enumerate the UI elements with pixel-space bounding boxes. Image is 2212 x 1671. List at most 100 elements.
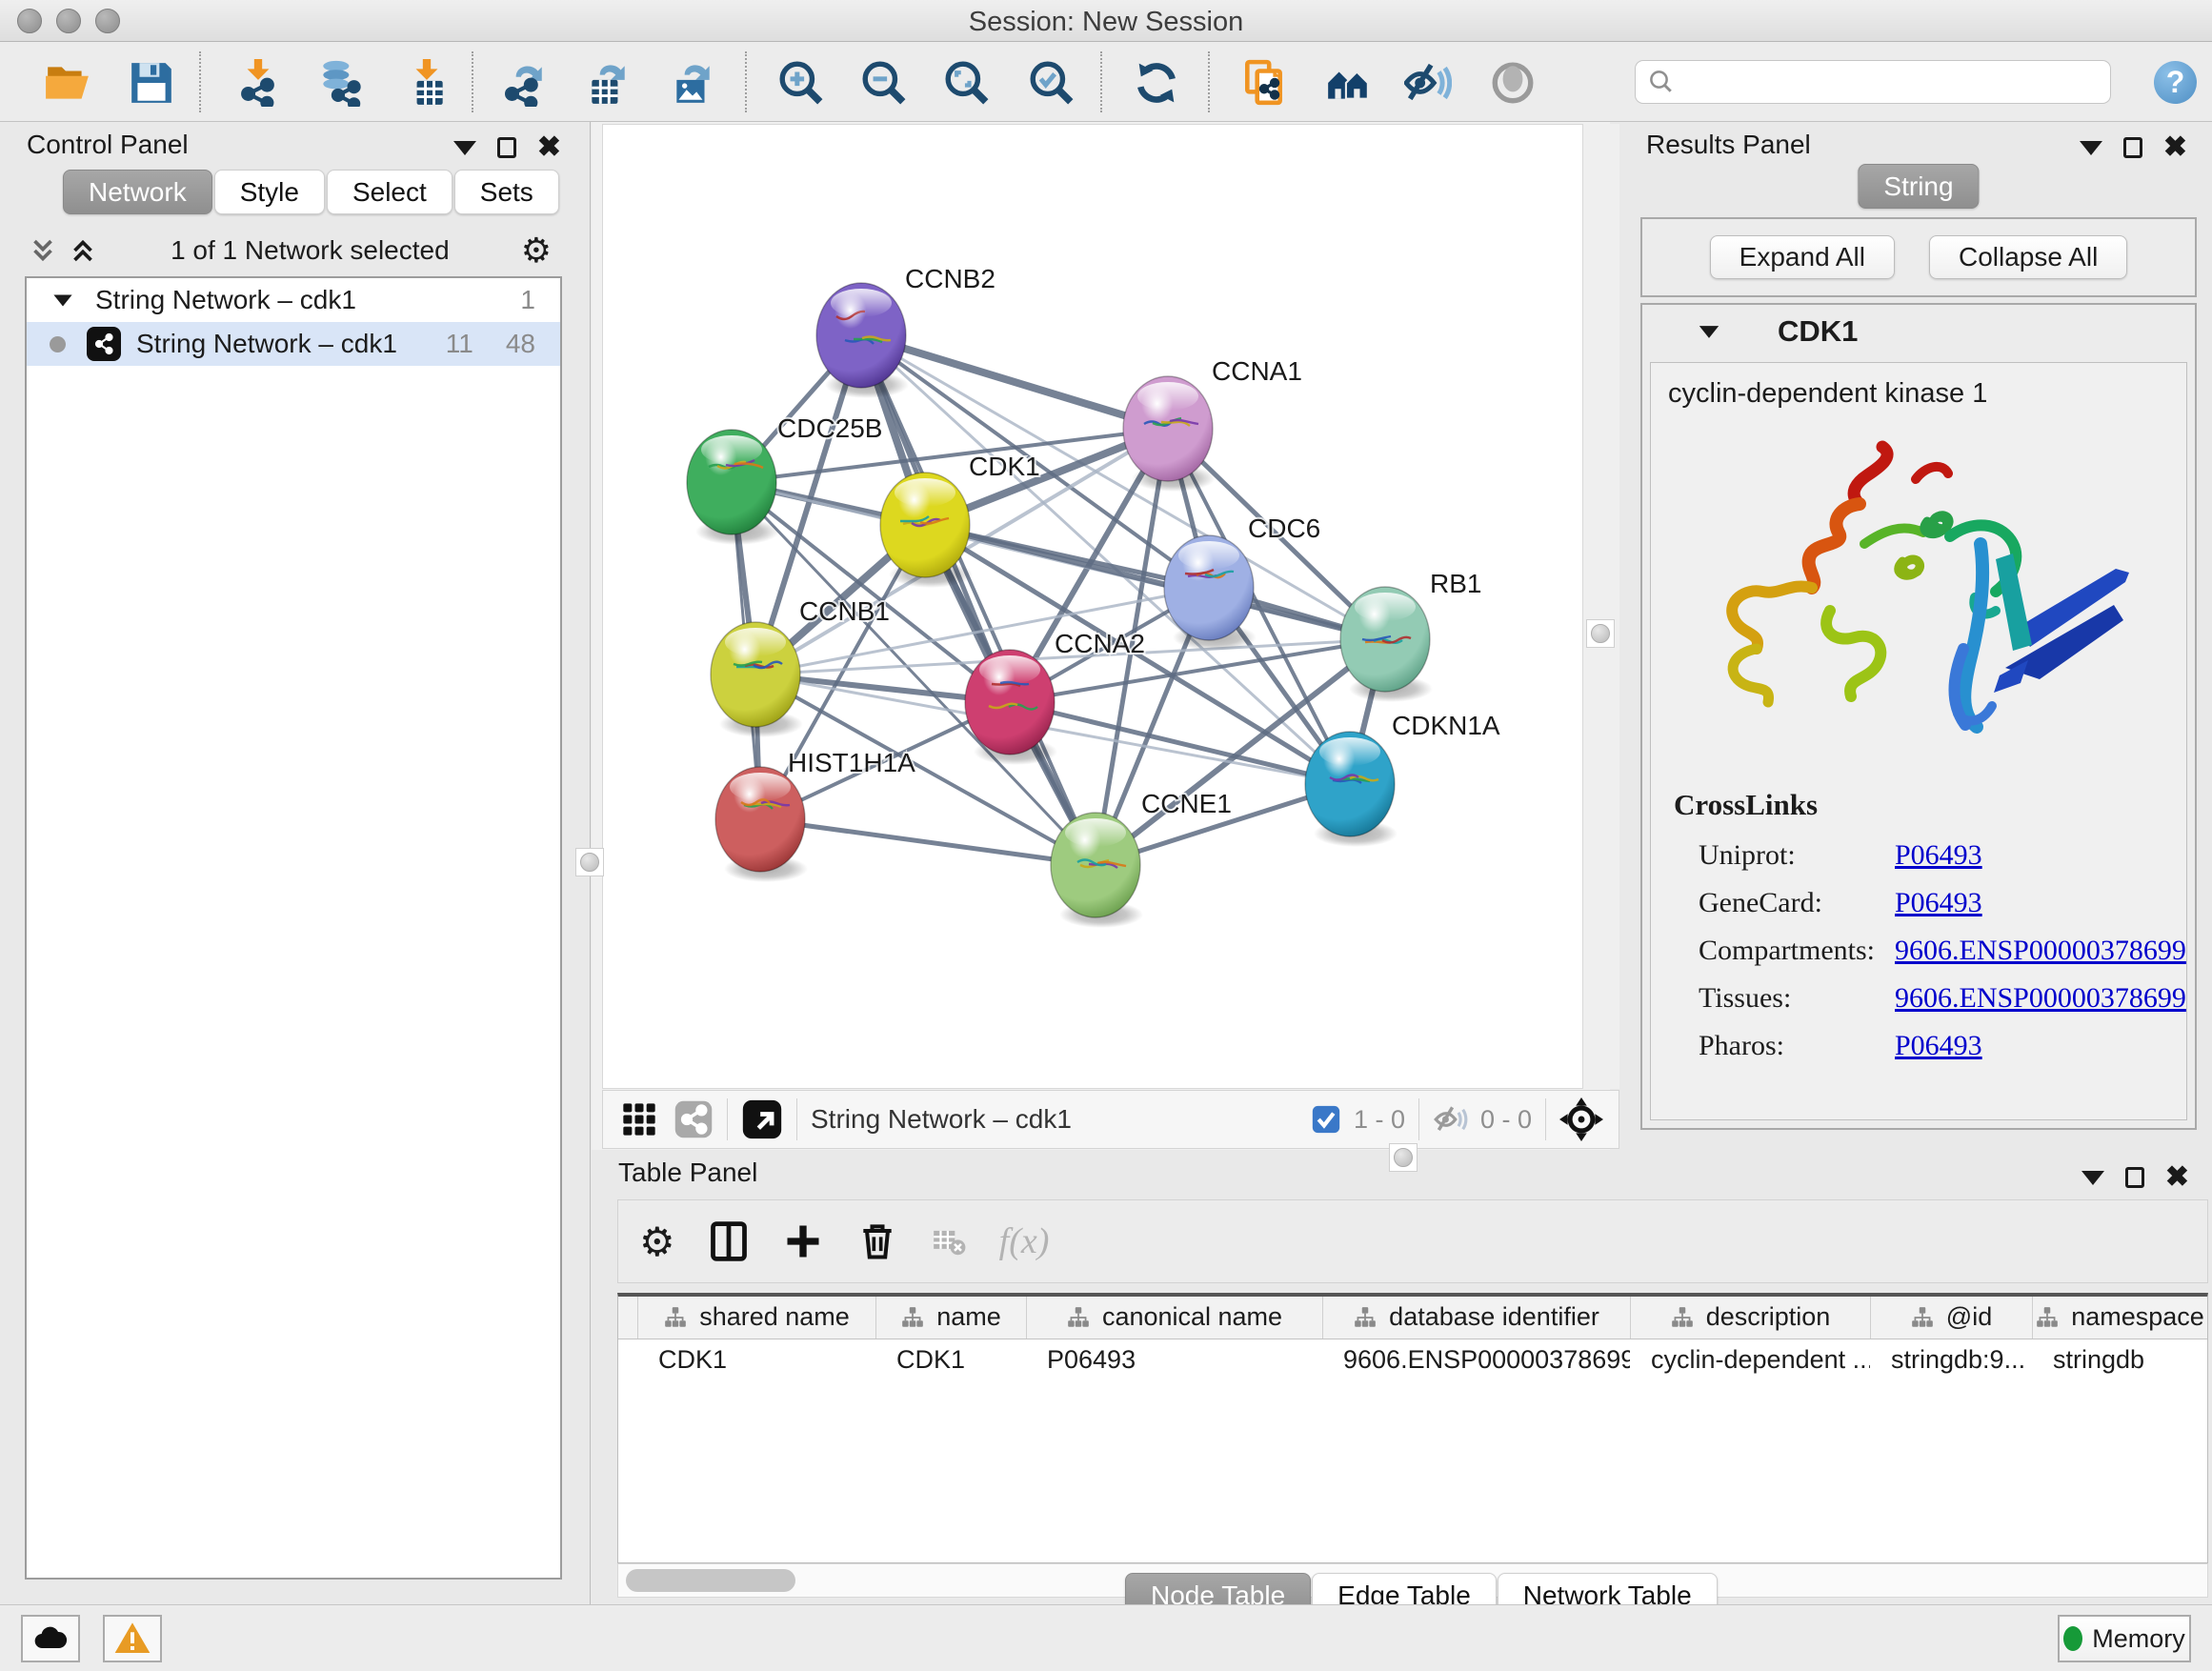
left-splitter-handle[interactable] — [575, 848, 604, 876]
network-row[interactable]: String Network – cdk1 11 48 — [27, 322, 560, 366]
birds-eye-view-icon[interactable] — [620, 1100, 658, 1138]
network-node-CDC6[interactable]: CDC6 — [1164, 513, 1320, 651]
network-vertical-scrollbar[interactable] — [1583, 124, 1619, 1089]
network-node-HIST1H1A[interactable]: HIST1H1A — [715, 748, 915, 882]
import-network-button[interactable] — [232, 57, 284, 109]
scrollbar-thumb[interactable] — [626, 1569, 795, 1592]
zoom-fit-button[interactable] — [941, 57, 993, 109]
string-app-icon — [87, 327, 121, 361]
uniprot-link[interactable]: P06493 — [1895, 839, 1982, 872]
warnings-button[interactable] — [103, 1615, 162, 1662]
save-session-button[interactable] — [126, 57, 177, 109]
float-panel-icon[interactable] — [2123, 137, 2142, 158]
tab-string-results[interactable]: String — [1858, 164, 1979, 209]
memory-button[interactable]: Memory — [2058, 1615, 2191, 1662]
results-panel-title: Results Panel — [1646, 130, 1811, 160]
zoom-in-button[interactable] — [775, 57, 827, 109]
gear-icon[interactable]: ⚙ — [521, 231, 552, 271]
network-collection-row[interactable]: String Network – cdk1 1 — [27, 278, 560, 322]
network-node-CDKN1A[interactable]: CDKN1A — [1305, 711, 1500, 847]
string-share-icon[interactable] — [674, 1099, 714, 1139]
table-panel-title: Table Panel — [618, 1158, 757, 1188]
column-header-canonical-name[interactable]: canonical name — [1026, 1297, 1322, 1339]
column-header-shared-name[interactable]: shared name — [637, 1297, 875, 1339]
open-in-window-icon[interactable] — [741, 1098, 783, 1140]
export-image-icon — [669, 59, 716, 107]
genecard-link[interactable]: P06493 — [1895, 887, 1982, 919]
scrollbar-handle[interactable] — [1586, 619, 1615, 648]
float-panel-icon[interactable] — [497, 137, 516, 158]
network-edge-ccnb2-ccne1[interactable] — [861, 335, 1096, 865]
help-icon: ? — [2166, 65, 2185, 100]
first-neighbors-button[interactable] — [1322, 57, 1374, 109]
crosslink-label: Compartments: — [1674, 935, 1895, 967]
panel-menu-icon[interactable] — [453, 141, 476, 155]
tree-expand-icon[interactable] — [53, 294, 71, 306]
panel-menu-icon[interactable] — [2080, 141, 2102, 155]
fit-content-crosshair-icon[interactable] — [1559, 1097, 1603, 1141]
expand-all-button[interactable]: Expand All — [1710, 235, 1895, 279]
collapse-all-icon[interactable] — [27, 236, 59, 265]
network-status-dot — [50, 336, 66, 352]
current-network-name: String Network – cdk1 — [811, 1104, 1072, 1135]
collection-count: 1 — [520, 285, 535, 315]
control-panel-title: Control Panel — [27, 130, 189, 160]
search-input[interactable] — [1676, 63, 2110, 101]
tab-network[interactable]: Network — [63, 170, 212, 214]
close-panel-icon[interactable]: ✖ — [2163, 133, 2187, 162]
column-header-namespace[interactable]: namespace — [2032, 1297, 2207, 1339]
tab-sets[interactable]: Sets — [454, 170, 559, 214]
tab-style[interactable]: Style — [214, 170, 325, 214]
horizontal-splitter-handle[interactable] — [1389, 1143, 1418, 1172]
float-panel-icon[interactable] — [2125, 1167, 2144, 1188]
column-header-name[interactable]: name — [875, 1297, 1026, 1339]
network-edge-hist1h1a-ccne1[interactable] — [760, 819, 1096, 865]
tissues-link[interactable]: 9606.ENSP00000378699 — [1895, 982, 2186, 1015]
column-header-id[interactable]: @id — [1870, 1297, 2032, 1339]
hide-selected-button[interactable] — [1402, 57, 1454, 109]
network-node-RB1[interactable]: RB1 — [1340, 569, 1481, 702]
section-collapse-icon[interactable] — [1699, 326, 1719, 338]
memory-label: Memory — [2092, 1624, 2185, 1654]
import-network-from-database-button[interactable] — [314, 57, 366, 109]
panel-menu-icon[interactable] — [2081, 1171, 2104, 1185]
window-title: Session: New Session — [0, 7, 2212, 38]
open-session-button[interactable] — [42, 57, 93, 109]
network-node-CCNA2[interactable]: CCNA2 — [965, 629, 1145, 765]
cloud-status-button[interactable] — [21, 1615, 80, 1662]
network-node-CCNB1[interactable]: CCNB1 — [711, 596, 890, 737]
tab-select[interactable]: Select — [327, 170, 452, 214]
apply-layout-button[interactable] — [1131, 57, 1182, 109]
delete-table-icon[interactable] — [931, 1220, 967, 1262]
memory-status-dot — [2063, 1626, 2082, 1651]
show-columns-icon[interactable] — [708, 1220, 750, 1262]
table-row[interactable]: CDK1 CDK1 P06493 9606.ENSP00000378699 cy… — [618, 1339, 2207, 1380]
function-builder-icon[interactable]: f(x) — [999, 1220, 1050, 1262]
import-table-button[interactable] — [401, 57, 452, 109]
export-image-button[interactable] — [667, 57, 718, 109]
add-column-icon[interactable] — [782, 1220, 824, 1262]
compartments-link[interactable]: 9606.ENSP00000378699 — [1895, 935, 2186, 967]
close-panel-icon[interactable]: ✖ — [537, 133, 561, 162]
export-table-button[interactable] — [582, 57, 633, 109]
clone-network-button[interactable] — [1238, 57, 1290, 109]
expand-all-icon[interactable] — [67, 236, 99, 265]
pharos-link[interactable]: P06493 — [1895, 1030, 1982, 1062]
close-panel-icon[interactable]: ✖ — [2165, 1163, 2189, 1192]
import-table-icon — [403, 59, 451, 107]
column-header-database-identifier[interactable]: database identifier — [1322, 1297, 1630, 1339]
column-header-description[interactable]: description — [1630, 1297, 1870, 1339]
node-label: CDC6 — [1248, 513, 1320, 543]
table-toolbar: ⚙ f(x) — [617, 1199, 2208, 1283]
export-network-button[interactable] — [498, 57, 550, 109]
collapse-all-button[interactable]: Collapse All — [1929, 235, 2127, 279]
table-settings-gear-icon[interactable]: ⚙ — [639, 1218, 675, 1265]
network-canvas[interactable]: CCNB2CCNA1CDC25BCDK1CDC6RB1CCNB1CCNA2CDK… — [602, 124, 1583, 1089]
zoom-out-button[interactable] — [858, 57, 910, 109]
hidden-node-edge-counts: 0 - 0 — [1480, 1105, 1532, 1135]
delete-column-trash-icon[interactable] — [856, 1220, 898, 1262]
zoom-selected-button[interactable] — [1026, 57, 1077, 109]
help-button[interactable]: ? — [2154, 61, 2197, 104]
network-node-CCNE1[interactable]: CCNE1 — [1051, 789, 1232, 928]
show-all-button[interactable] — [1487, 57, 1538, 109]
